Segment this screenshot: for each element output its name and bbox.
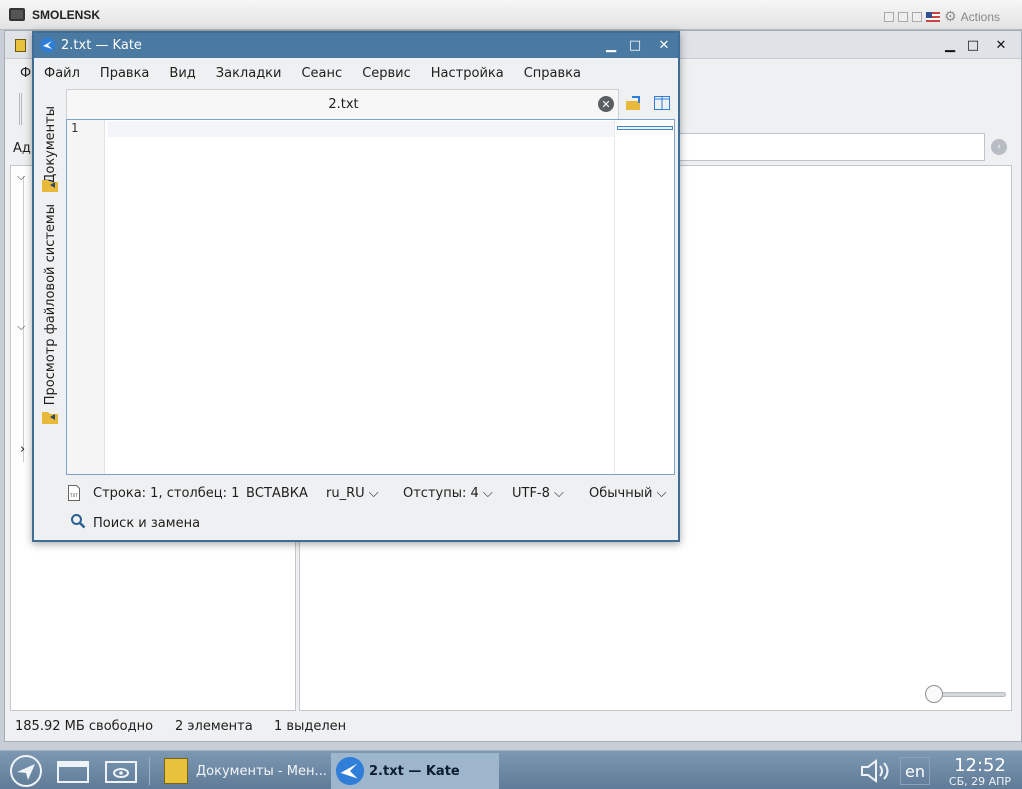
minimap[interactable] [614, 120, 674, 474]
clock-time: 12:52 [954, 755, 1006, 776]
kate-titlebar: 2.txt — Kate ▁ □ ✕ [34, 33, 678, 58]
vm-screen-icon[interactable] [912, 11, 923, 22]
minimize-button[interactable]: ▁ [942, 37, 958, 53]
menu-view[interactable]: Вид [169, 60, 205, 88]
file-type-icon: TXT [68, 485, 80, 501]
zoom-slider[interactable] [934, 692, 1006, 697]
chevron-down-icon[interactable]: ⌵ [17, 170, 25, 184]
menu-edit[interactable]: Правка [100, 60, 159, 88]
menu-session[interactable]: Сеанс [301, 60, 352, 88]
split-view-icon[interactable] [654, 96, 670, 110]
selected-count: 1 выделен [274, 719, 347, 734]
kate-app-icon [40, 37, 56, 53]
address-label-partial: Ад [13, 141, 31, 156]
minimize-button[interactable]: ▁ [603, 37, 619, 53]
side-panel-tabs: Документы Просмотр файловой системы [38, 88, 62, 428]
file-manager-statusbar: 185.92 МБ свободно 2 элемента 1 выделен [5, 713, 1021, 741]
indent-select[interactable]: Отступы: 4 ⌵ [403, 486, 493, 501]
chevron-down-icon: ⌵ [482, 486, 493, 501]
actions-label[interactable]: Actions [961, 10, 1000, 24]
vm-actions[interactable]: ⚙ Actions [884, 8, 1000, 25]
vm-fullscreen-icon[interactable] [884, 11, 895, 22]
item-count: 2 элемента [175, 719, 253, 734]
indent-value: Отступы: 4 [403, 486, 479, 501]
kate-title: 2.txt — Kate [61, 38, 142, 53]
close-button[interactable]: ✕ [656, 37, 672, 53]
task-kate-label: 2.txt — Kate [369, 763, 460, 779]
clock[interactable]: 12:52 СБ, 29 АПР [940, 756, 1020, 788]
folder-icon [42, 410, 58, 424]
editor-statusbar: TXT Строка: 1, столбец: 1 ВСТАВКА ru_RU … [66, 481, 678, 507]
dictionary-select[interactable]: ru_RU ⌵ [326, 486, 379, 501]
folder-icon [42, 178, 58, 192]
line-number-gutter: 1 [67, 120, 105, 474]
kate-window: 2.txt — Kate ▁ □ ✕ Файл Правка Вид Закла… [32, 31, 680, 542]
desktop-switcher-icon[interactable] [104, 753, 138, 789]
close-button[interactable]: ✕ [993, 37, 1009, 53]
search-icon [70, 513, 86, 529]
search-replace-label: Поиск и замена [93, 516, 201, 531]
menu-help[interactable]: Справка [524, 60, 591, 88]
toolbar-separator [19, 93, 22, 125]
keyboard-flag-icon[interactable] [926, 11, 941, 22]
file-menu-partial[interactable]: Ф [20, 66, 31, 81]
maximize-button[interactable]: □ [965, 37, 981, 53]
line-number: 1 [71, 121, 79, 135]
tab-documents-label: Документы [42, 106, 58, 184]
chevron-right-icon[interactable]: › [20, 442, 25, 457]
vm-monitor-icon [9, 8, 25, 21]
current-line-highlight [108, 121, 614, 137]
free-space: 185.92 МБ свободно [15, 719, 154, 734]
cursor-position[interactable]: Строка: 1, столбец: 1 [93, 486, 239, 501]
volume-icon[interactable] [858, 753, 892, 789]
menu-settings[interactable]: Настройка [431, 60, 514, 88]
go-icon[interactable]: › [991, 139, 1007, 155]
chevron-down-icon: ⌵ [368, 486, 379, 501]
tab-filesystem-label: Просмотр файловой системы [42, 204, 58, 406]
maximize-button[interactable]: □ [627, 37, 643, 53]
encoding-select[interactable]: UTF-8 ⌵ [512, 486, 564, 501]
chevron-down-icon[interactable]: ⌵ [17, 320, 25, 334]
zoom-slider-handle[interactable] [925, 685, 943, 703]
taskbar-separator [149, 757, 150, 785]
highlight-value: Обычный [589, 486, 653, 501]
vm-window-icon[interactable] [898, 11, 909, 22]
address-field[interactable] [680, 133, 985, 161]
encoding-value: UTF-8 [512, 486, 550, 501]
svg-text:TXT: TXT [69, 493, 78, 498]
highlight-select[interactable]: Обычный ⌵ [589, 486, 666, 501]
task-file-manager[interactable]: Документы - Мен... [158, 753, 328, 789]
gear-icon[interactable]: ⚙ [944, 8, 957, 25]
text-editor[interactable]: 1 [66, 119, 675, 475]
kate-task-icon [335, 756, 365, 786]
start-menu-button[interactable] [8, 753, 44, 789]
vm-title: SMOLENSK [32, 8, 101, 22]
quick-open-icon[interactable] [626, 95, 642, 111]
file-manager-app-icon [15, 39, 26, 52]
menu-bookmarks[interactable]: Закладки [216, 60, 292, 88]
show-desktop-icon[interactable] [56, 753, 90, 789]
tab-filesystem-browser[interactable]: Просмотр файловой системы [38, 202, 62, 408]
menu-tools[interactable]: Сервис [362, 60, 421, 88]
chevron-down-icon: ⌵ [554, 486, 564, 501]
dictionary-value: ru_RU [326, 486, 365, 501]
minimap-viewport[interactable] [617, 126, 673, 130]
task-kate[interactable]: 2.txt — Kate [331, 753, 499, 789]
keyboard-layout-indicator[interactable]: en [900, 757, 930, 785]
clock-date: СБ, 29 АПР [948, 775, 1012, 788]
task-file-manager-label: Документы - Мен... [196, 763, 327, 779]
menu-file[interactable]: Файл [44, 60, 90, 88]
document-tab[interactable]: 2.txt [67, 97, 620, 112]
close-tab-icon[interactable]: ✕ [598, 96, 614, 112]
menubar: Файл Правка Вид Закладки Сеанс Сервис На… [34, 60, 678, 88]
document-tabbar: 2.txt ✕ [66, 89, 619, 119]
chevron-down-icon: ⌵ [656, 486, 667, 501]
tree-line [23, 176, 24, 462]
taskbar: Документы - Мен... 2.txt — Kate en [0, 750, 1022, 789]
input-mode[interactable]: ВСТАВКА [246, 486, 308, 501]
vm-titlebar: SMOLENSK ⚙ Actions [0, 0, 1022, 30]
file-manager-task-icon [164, 758, 188, 784]
